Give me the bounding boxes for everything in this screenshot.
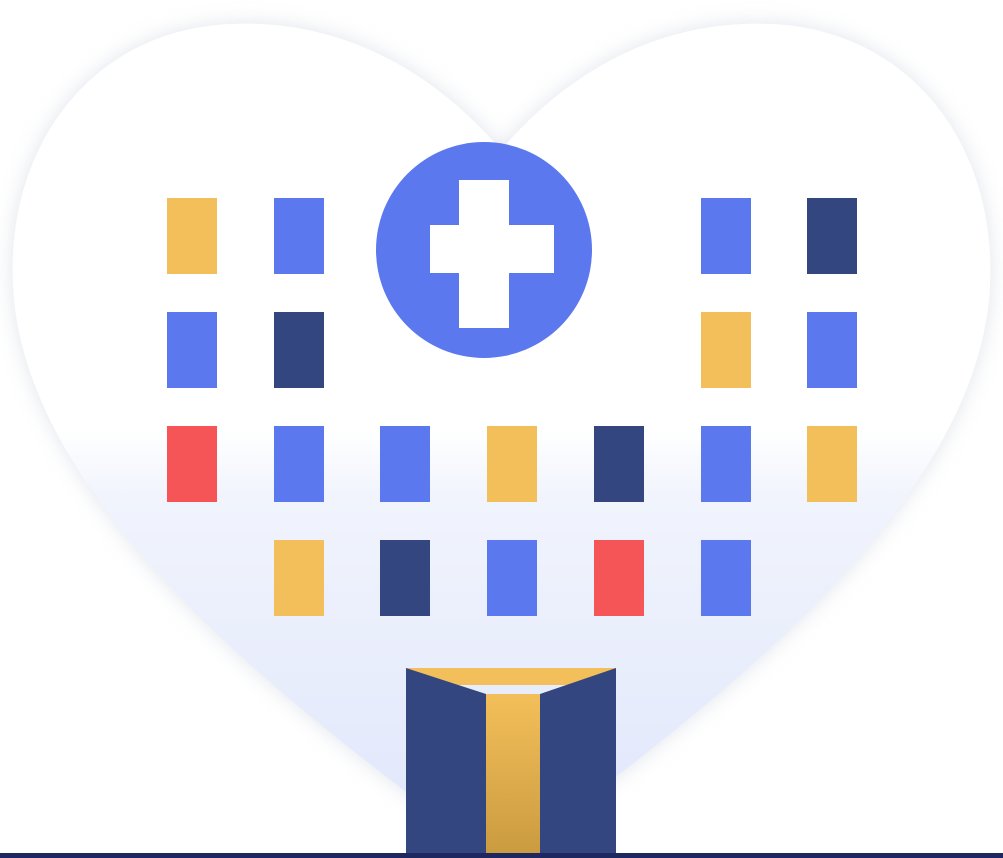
hospital-heart-illustration: [0, 0, 1003, 858]
window-blue: [274, 426, 324, 502]
illustration-canvas: [0, 23, 1003, 858]
window-blue: [487, 540, 537, 616]
window-yellow: [807, 426, 857, 502]
window-blue: [701, 426, 751, 502]
window-blue: [701, 198, 751, 274]
window-yellow: [487, 426, 537, 502]
window-navy: [594, 426, 644, 502]
window-yellow: [274, 540, 324, 616]
window-blue: [380, 426, 430, 502]
window-blue: [167, 312, 217, 388]
window-red: [594, 540, 644, 616]
window-navy: [274, 312, 324, 388]
window-blue: [701, 540, 751, 616]
door-right-panel: [540, 668, 616, 858]
window-yellow: [701, 312, 751, 388]
door-left-panel: [406, 668, 486, 858]
window-navy: [380, 540, 430, 616]
window-blue: [274, 198, 324, 274]
bottom-bar: [0, 853, 1003, 858]
door-icon: [406, 668, 616, 858]
window-red: [167, 426, 217, 502]
medical-cross-icon: [376, 142, 592, 358]
door-gold-center: [486, 694, 540, 858]
window-yellow: [167, 198, 217, 274]
window-navy: [807, 198, 857, 274]
window-blue: [807, 312, 857, 388]
